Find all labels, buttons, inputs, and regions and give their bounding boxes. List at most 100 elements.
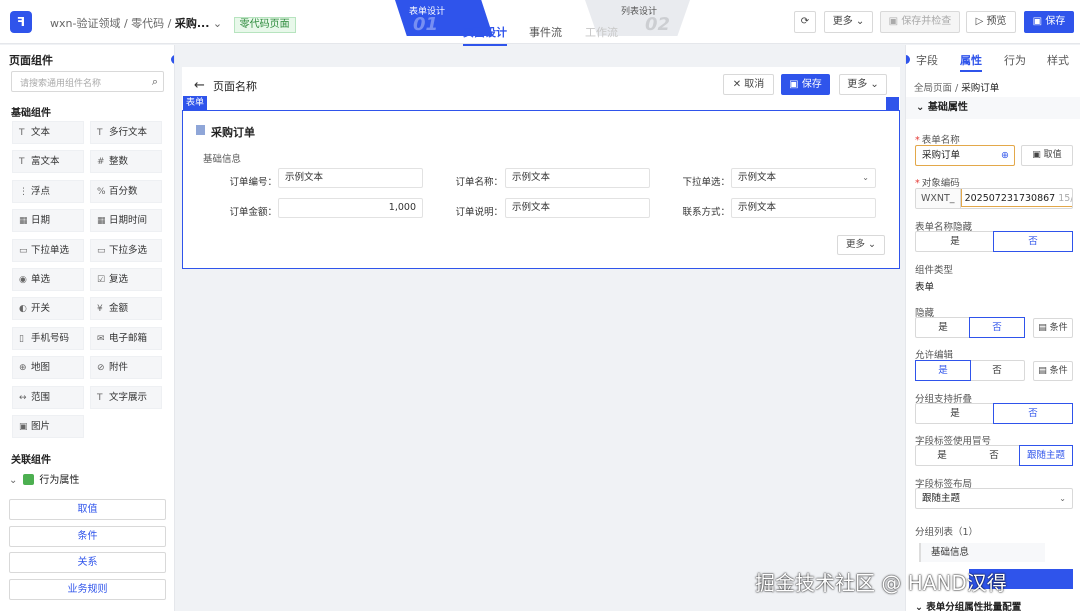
component-item[interactable]: ▭ 下拉单选: [12, 238, 84, 262]
tab-event-flow[interactable]: 事件流: [529, 24, 562, 40]
group-list-item[interactable]: 基础信息: [919, 543, 1045, 562]
component-search-input[interactable]: 请搜索通用组件名称 ⌕: [11, 71, 164, 92]
component-item[interactable]: ▣ 图片: [12, 415, 84, 438]
component-item[interactable]: # 整数: [90, 150, 162, 174]
app-logo[interactable]: ꟻ: [10, 11, 32, 33]
fetch-value-button[interactable]: 取值: [9, 499, 166, 520]
canvas-save-button[interactable]: ▣ 保存: [781, 74, 830, 95]
component-item[interactable]: ⊕ 地图: [12, 356, 84, 380]
component-item[interactable]: ⋮ 浮点: [12, 179, 84, 203]
option-no[interactable]: 否: [969, 317, 1025, 338]
tab-properties[interactable]: 属性: [960, 52, 982, 68]
component-item[interactable]: ◐ 开关: [12, 297, 84, 321]
component-item[interactable]: % 百分数: [90, 179, 162, 203]
more-menu-button[interactable]: 更多 ⌄: [824, 11, 873, 33]
canvas-more-button[interactable]: 更多 ⌄: [839, 74, 887, 95]
canvas-cancel-button[interactable]: ✕ 取消: [723, 74, 774, 95]
basic-components-heading: 基础组件: [11, 108, 51, 119]
field-select-dropdown[interactable]: 示例文本 ⌄: [731, 168, 876, 188]
component-item[interactable]: ▦ 日期时间: [90, 209, 162, 233]
field-input-contact[interactable]: 示例文本: [731, 198, 876, 218]
label-layout-select[interactable]: 跟随主题 ⌄: [915, 488, 1073, 509]
collapse-left-icon[interactable]: [171, 55, 174, 64]
refresh-button[interactable]: ⟳: [794, 11, 816, 33]
component-item[interactable]: T 多行文本: [90, 121, 162, 144]
save-button[interactable]: ▣ 保存: [1024, 11, 1074, 33]
component-item[interactable]: ¥ 金额: [90, 297, 162, 321]
breadcrumb-path[interactable]: wxn-验证领域 / 零代码 /: [50, 17, 175, 30]
component-item[interactable]: ▭ 下拉多选: [90, 238, 162, 262]
editable-toggle[interactable]: 是否: [915, 360, 1025, 381]
breadcrumb-current-page[interactable]: 采购...: [175, 17, 210, 30]
tab-behavior[interactable]: 行为: [1004, 52, 1026, 68]
batch-config-section[interactable]: ⌄ 表单分组属性批量配置: [915, 599, 1021, 611]
breadcrumb-root[interactable]: 全局页面 /: [914, 83, 961, 94]
behavior-section-header[interactable]: ⌄ 行为属性: [9, 471, 79, 486]
field-input-order-name[interactable]: 示例文本: [505, 168, 650, 188]
option-yes[interactable]: 是: [916, 404, 994, 423]
component-item[interactable]: T 富文本: [12, 150, 84, 174]
label-colon-toggle[interactable]: 是否跟随主题: [915, 445, 1073, 466]
condition-button[interactable]: 条件: [9, 526, 166, 547]
field-input-order-amount[interactable]: 1,000: [278, 198, 423, 218]
component-item[interactable]: T 文字展示: [90, 385, 162, 409]
form-more-button[interactable]: 更多 ⌄: [837, 235, 885, 255]
component-item[interactable]: ☑ 复选: [90, 268, 162, 291]
form-component[interactable]: 表单 采购订单 基础信息 订单编号： 示例文本 订单名称： 示例文本 下拉单选：…: [182, 96, 900, 269]
collapse-group-toggle[interactable]: 是否: [915, 403, 1073, 424]
component-label: 浮点: [31, 185, 51, 197]
option-no[interactable]: 否: [993, 403, 1073, 424]
hidden-condition-button[interactable]: ▤ 条件: [1033, 318, 1073, 338]
fetch-value-button[interactable]: ▣ 取值: [1021, 145, 1073, 166]
back-arrow-icon[interactable]: ←: [194, 78, 205, 93]
globe-icon[interactable]: ⊕: [1001, 146, 1009, 165]
component-item[interactable]: ✉ 电子邮箱: [90, 326, 162, 350]
batch-config-label: 表单分组属性批量配置: [926, 602, 1022, 611]
tab-style[interactable]: 样式: [1047, 52, 1069, 68]
tab-fields[interactable]: 字段: [916, 52, 938, 68]
form-name-input[interactable]: 采购订单 ⊕: [915, 145, 1015, 166]
field-label-dropdown: 下拉单选：: [682, 177, 730, 188]
component-item[interactable]: T 文本: [12, 121, 84, 144]
tab-page-design[interactable]: 页面设计: [463, 24, 507, 46]
collapse-right-icon[interactable]: [906, 55, 910, 64]
chevron-down-icon[interactable]: ⌄: [213, 17, 222, 30]
component-icon: ⋮: [19, 186, 28, 197]
business-rule-button[interactable]: 业务规则: [9, 579, 166, 600]
preview-button[interactable]: ▷ 预览: [966, 11, 1016, 33]
component-item[interactable]: ▦ 日期: [12, 209, 84, 233]
tab-workflow[interactable]: 工作流: [585, 24, 618, 40]
editable-condition-button[interactable]: ▤ 条件: [1033, 361, 1073, 381]
component-item[interactable]: ▯ 手机号码: [12, 326, 84, 350]
related-components-heading: 关联组件: [11, 455, 51, 466]
condition-icon: ▤: [1038, 366, 1050, 376]
basic-properties-header[interactable]: ⌄ 基础属性: [906, 97, 1080, 119]
component-item[interactable]: ◉ 单选: [12, 268, 84, 291]
component-icon: ▦: [97, 216, 106, 227]
page-type-tag: 零代码页面: [233, 17, 296, 33]
relation-button[interactable]: 关系: [9, 552, 166, 573]
field-input-order-number[interactable]: 示例文本: [278, 168, 423, 188]
option-yes[interactable]: 是: [916, 318, 970, 337]
component-item[interactable]: ⊘ 附件: [90, 356, 162, 380]
option-no[interactable]: 否: [970, 361, 1024, 380]
search-icon[interactable]: ⌕: [152, 75, 158, 89]
component-icon: T: [97, 392, 103, 403]
save-and-check-button[interactable]: ▣ 保存并检查: [880, 11, 960, 33]
option-follow-theme[interactable]: 跟随主题: [1019, 445, 1073, 466]
object-code-prefix: WXNT_: [916, 189, 961, 208]
option-no[interactable]: 否: [993, 231, 1073, 252]
field-label-order-number: 订单编号：: [229, 177, 277, 188]
option-yes[interactable]: 是: [915, 360, 971, 381]
option-yes[interactable]: 是: [916, 446, 968, 465]
hide-name-toggle[interactable]: 是否: [915, 231, 1073, 252]
option-yes[interactable]: 是: [916, 232, 994, 251]
component-icon: ✉: [97, 333, 105, 344]
option-no[interactable]: 否: [968, 446, 1020, 465]
field-input-order-desc[interactable]: 示例文本: [505, 198, 650, 218]
top-bar: ꟻ wxn-验证领域 / 零代码 / 采购... ⌄ 零代码页面 表单设计 01…: [0, 0, 1080, 46]
form-corner-handle-icon[interactable]: [886, 97, 899, 110]
hidden-toggle[interactable]: 是否: [915, 317, 1025, 338]
component-item[interactable]: ↔ 范围: [12, 385, 84, 409]
object-code-input[interactable]: WXNT_202507231730867 15/51: [915, 188, 1073, 209]
